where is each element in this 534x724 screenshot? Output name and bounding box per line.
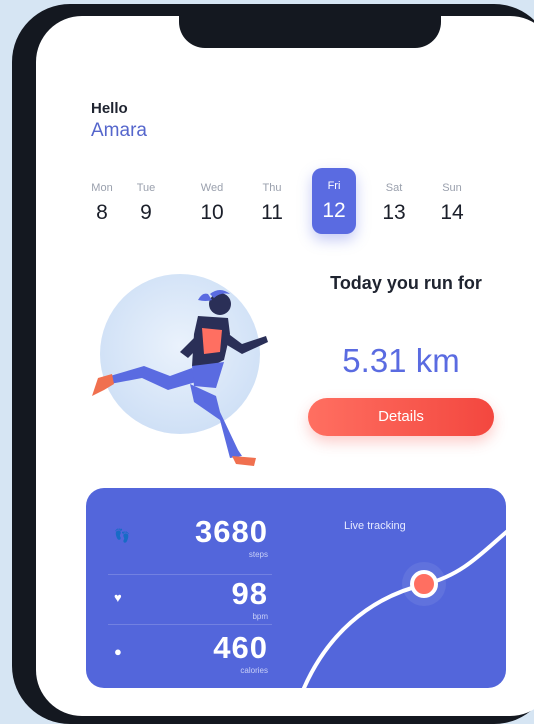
day-sat[interactable]: Sat 13	[372, 174, 416, 236]
day-name: Thu	[262, 182, 282, 194]
day-name: Tue	[136, 182, 156, 194]
day-date: 12	[322, 199, 346, 222]
stat-value: 98	[231, 576, 268, 611]
day-thu[interactable]: Thu 11	[250, 174, 294, 236]
phone-frame: Hello Amara Mon 8 Tue 9 Wed 10 Thu 11 Fr…	[12, 4, 534, 724]
stats-card: Live tracking 👣 3680 steps ♥ 98 bpm ● 46…	[86, 488, 506, 688]
live-tracking-label: Live tracking	[344, 520, 406, 532]
runner-top	[202, 328, 222, 354]
day-date: 9	[140, 201, 152, 224]
day-name: Wed	[200, 182, 224, 194]
greeting-hello: Hello	[91, 100, 128, 117]
backdrop-circle	[100, 274, 260, 434]
day-wed[interactable]: Wed 10	[190, 174, 234, 236]
day-fri-selected[interactable]: Fri 12	[312, 168, 356, 234]
day-name: Fri	[327, 180, 341, 192]
stat-unit: bpm	[252, 612, 268, 621]
route-line	[302, 529, 506, 688]
location-pin-icon	[410, 570, 438, 598]
footsteps-icon: 👣	[114, 528, 131, 543]
day-date: 8	[96, 201, 108, 224]
day-name: Sun	[442, 182, 462, 194]
heart-icon: ♥	[114, 590, 122, 605]
details-button[interactable]: Details	[308, 398, 494, 436]
run-headline: Today you run for	[330, 273, 482, 293]
day-date: 10	[200, 201, 224, 224]
divider	[108, 624, 272, 625]
runner-back-shoe	[232, 456, 256, 466]
phone-notch	[179, 16, 441, 48]
day-name: Mon	[91, 182, 113, 194]
day-date: 11	[261, 201, 283, 224]
day-date: 13	[382, 201, 406, 224]
day-date: 14	[440, 201, 464, 224]
day-tue[interactable]: Tue 9	[124, 174, 168, 236]
user-name: Amara	[91, 120, 147, 141]
day-sun[interactable]: Sun 14	[430, 174, 474, 236]
stat-unit: calories	[240, 666, 268, 675]
day-name: Sat	[385, 182, 403, 194]
flame-icon: ●	[114, 644, 122, 659]
stat-value: 460	[213, 630, 268, 665]
day-mon[interactable]: Mon 8	[80, 174, 124, 236]
stat-value: 3680	[195, 514, 268, 549]
runner-illustration	[92, 274, 268, 466]
stat-steps: 👣 3680 steps	[108, 512, 268, 562]
stat-calories: ● 460 calories	[108, 628, 268, 678]
stat-heart-rate: ♥ 98 bpm	[108, 574, 268, 624]
stat-unit: steps	[248, 550, 268, 559]
run-distance: 5.31 km	[342, 342, 460, 379]
app-screen: Hello Amara Mon 8 Tue 9 Wed 10 Thu 11 Fr…	[36, 16, 534, 716]
